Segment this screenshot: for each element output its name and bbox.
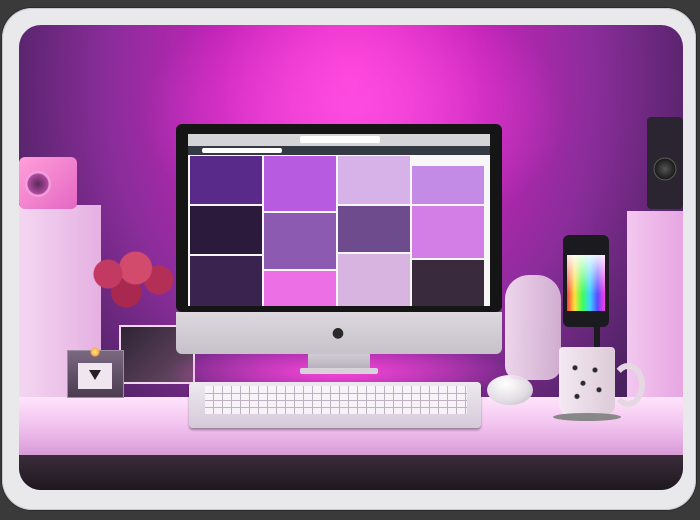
grid-tile bbox=[412, 260, 484, 306]
grid-tile bbox=[190, 256, 262, 306]
apple-logo-icon: ● bbox=[331, 325, 345, 341]
speaker bbox=[647, 117, 683, 209]
mug-handle bbox=[611, 363, 645, 407]
mug bbox=[559, 347, 615, 415]
keyboard-keys bbox=[205, 386, 467, 414]
grid-tile bbox=[264, 156, 336, 211]
keyboard bbox=[189, 382, 481, 428]
search-input bbox=[202, 148, 282, 153]
browser-url bbox=[300, 136, 380, 143]
grid-tile bbox=[264, 213, 336, 269]
phone bbox=[563, 235, 609, 327]
camera-icon bbox=[19, 157, 77, 209]
image-grid bbox=[190, 156, 488, 306]
monitor-display bbox=[188, 134, 490, 306]
key-row bbox=[205, 400, 467, 401]
photo-screen: ● bbox=[19, 25, 683, 490]
camera-lens bbox=[25, 171, 51, 197]
desk-front bbox=[19, 455, 683, 490]
grid-tile bbox=[190, 156, 262, 204]
monitor-chin: ● bbox=[176, 312, 502, 354]
candle-label bbox=[78, 363, 112, 389]
grid-tile bbox=[338, 254, 410, 306]
grid-tile bbox=[412, 206, 484, 258]
grid-tile bbox=[338, 156, 410, 204]
grid-tile bbox=[264, 271, 336, 306]
speaker-cone bbox=[653, 157, 677, 181]
flower-vase bbox=[85, 250, 177, 310]
browser-toolbar bbox=[188, 134, 490, 146]
monitor-stand-base bbox=[300, 368, 378, 374]
grid-tile bbox=[412, 166, 484, 204]
key-row bbox=[205, 407, 467, 408]
candle bbox=[67, 347, 124, 398]
mug-pattern bbox=[567, 359, 607, 403]
grid-tile bbox=[190, 206, 262, 254]
monitor bbox=[176, 124, 502, 312]
grid-tile bbox=[338, 206, 410, 252]
candle-flame bbox=[90, 347, 100, 357]
mug-coaster bbox=[553, 413, 621, 421]
color-picker-screen bbox=[567, 255, 605, 311]
hand-sculpture bbox=[505, 275, 561, 380]
key-row bbox=[205, 393, 467, 394]
